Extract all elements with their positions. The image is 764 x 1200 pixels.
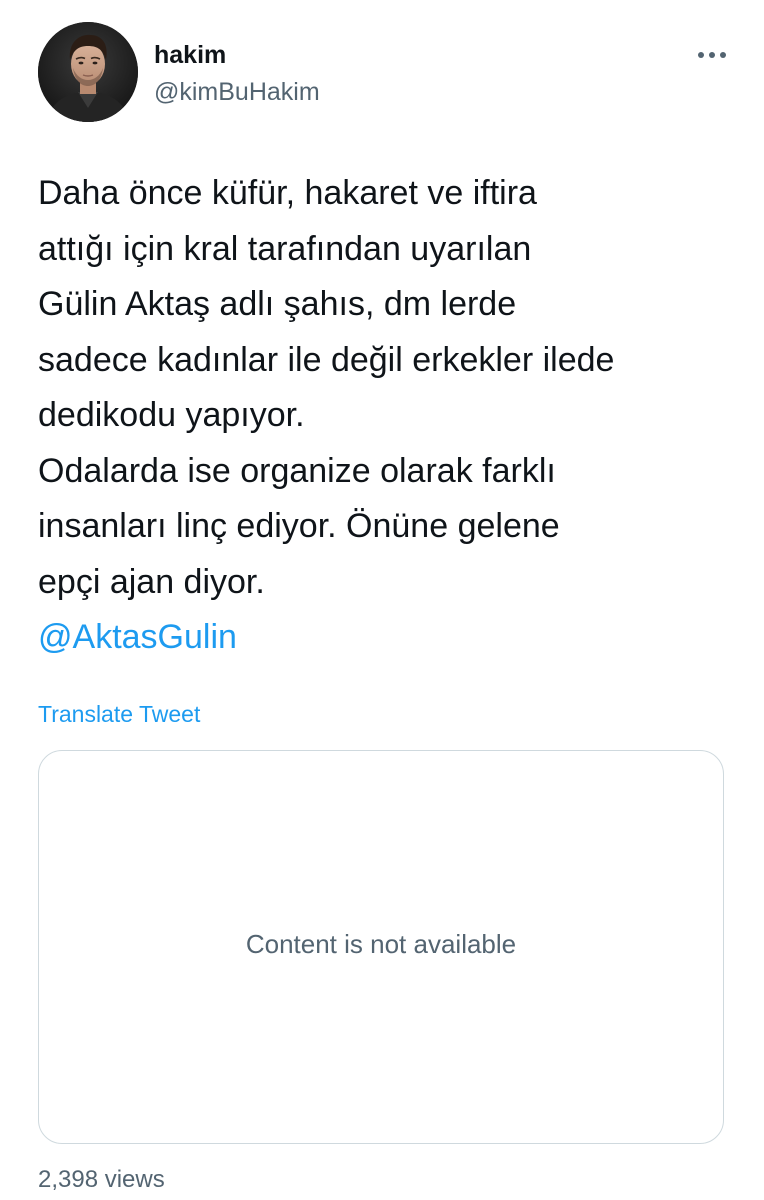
tweet-text-line: dedikodu yapıyor. <box>38 396 305 434</box>
tweet-text-line: insanları linç ediyor. Önüne gelene <box>38 507 560 545</box>
tweet-text-line: Gülin Aktaş adlı şahıs, dm lerde <box>38 285 517 323</box>
author-handle[interactable]: @kimBuHakim <box>154 77 320 107</box>
mention-link[interactable]: @AktasGulin <box>38 610 738 666</box>
more-horizontal-icon <box>698 52 726 58</box>
author-name[interactable]: hakim <box>154 40 226 70</box>
avatar[interactable] <box>38 22 138 122</box>
unavailable-message: Content is not available <box>245 928 517 959</box>
view-count: 2,398 views <box>38 1166 165 1193</box>
more-options-button[interactable] <box>690 40 734 70</box>
translate-tweet-link[interactable]: Translate Tweet <box>38 700 200 728</box>
tweet-text-line: epçi ajan diyor. <box>38 562 265 601</box>
profile-photo-icon <box>38 22 138 122</box>
tweet-text-line: Odalarda ise organize olarak farklı <box>38 451 556 490</box>
tweet-text-line: Daha önce küfür, hakaret ve iftira <box>38 174 537 212</box>
tweet-text-line: attığı için kral tarafından uyarılan <box>38 229 532 268</box>
tweet-text: Daha önce küfür, hakaret ve iftira attığ… <box>38 166 738 666</box>
tweet-text-line: sadece kadınlar ile değil erkekler ilede <box>38 340 615 379</box>
unavailable-media-card: Content is not available <box>38 750 724 1144</box>
